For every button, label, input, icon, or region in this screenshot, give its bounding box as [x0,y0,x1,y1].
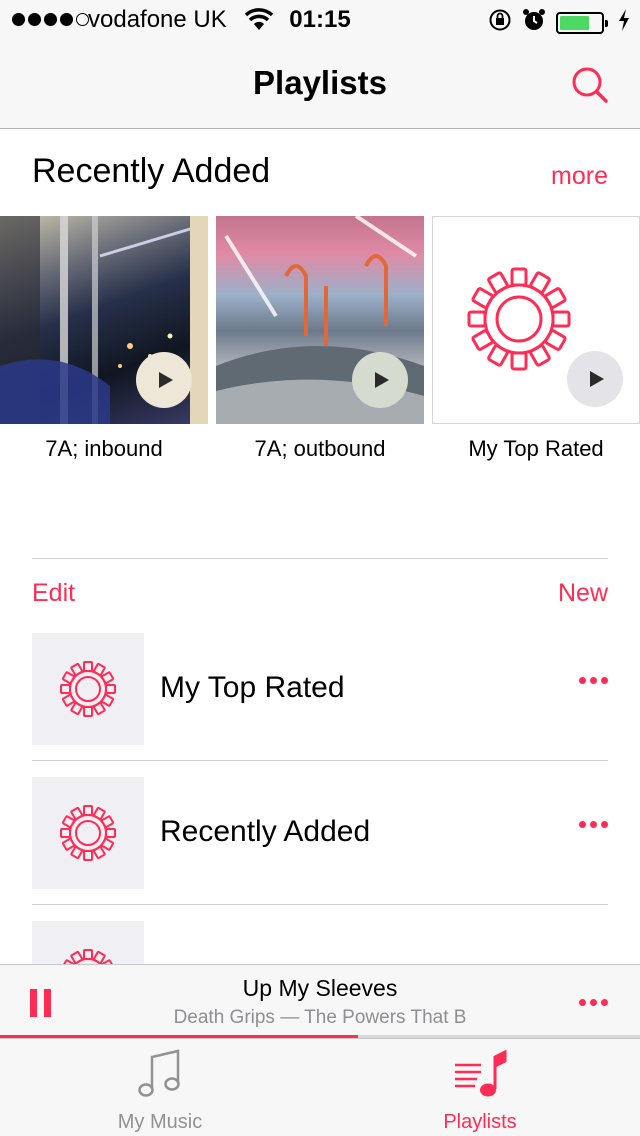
mini-player[interactable]: Up My Sleeves Death Grips — The Powers T… [0,964,640,1038]
playlist-row[interactable]: Recently Added [32,777,608,889]
tab-bar: My Music Playlists [0,1038,640,1136]
edit-button[interactable]: Edit [32,579,75,608]
tab-label: Playlists [443,1111,517,1133]
tab-playlists[interactable]: Playlists [320,1039,640,1136]
battery-icon [556,11,608,34]
more-options-icon[interactable] [579,677,608,684]
divider [32,558,608,559]
music-note-icon [0,1049,320,1099]
now-playing-subtitle: Death Grips — The Powers That B [173,1007,467,1028]
playlist-thumbnail [32,777,144,889]
tab-label: My Music [117,1111,203,1133]
playlist-artwork[interactable] [216,216,424,424]
alarm-icon [522,8,546,37]
playlist-icon [320,1049,640,1099]
playlist-artwork[interactable] [432,216,640,424]
page-title: Playlists [253,64,387,101]
play-button[interactable] [136,352,192,408]
play-button[interactable] [352,352,408,408]
more-options-icon[interactable] [579,999,608,1006]
playlist-thumbnail [32,633,144,745]
gear-icon [60,661,116,717]
tab-my-music[interactable]: My Music [0,1039,320,1136]
recently-added-card[interactable]: My Top Rated [432,216,640,462]
navigation-bar: Playlists [0,40,640,129]
charging-icon [618,9,630,36]
playlist-artwork[interactable] [0,216,208,424]
play-button[interactable] [567,351,623,407]
recently-added-heading: Recently Added [32,152,271,190]
card-label: 7A; outbound [254,436,386,461]
recently-added-card[interactable]: 7A; outbound [216,216,424,462]
more-link[interactable]: more [551,162,608,191]
battery-level-fill [560,15,589,30]
card-label: 7A; inbound [45,436,163,461]
status-bar: vodafone UK 01:15 [0,0,640,40]
divider [32,760,608,761]
gear-icon [60,805,116,861]
divider [32,904,608,905]
card-label: My Top Rated [468,436,604,461]
more-options-icon[interactable] [579,821,608,828]
now-playing-title: Up My Sleeves [242,975,398,1001]
playlist-name: My Top Rated [160,671,345,704]
rotation-lock-icon [488,8,512,37]
search-icon[interactable] [566,62,614,110]
playlist-row[interactable]: My Top Rated [32,633,608,745]
new-playlist-button[interactable]: New [558,579,608,608]
recently-added-card[interactable]: 7A; inbound [0,216,208,462]
playlist-name: Recently Added [160,815,371,848]
